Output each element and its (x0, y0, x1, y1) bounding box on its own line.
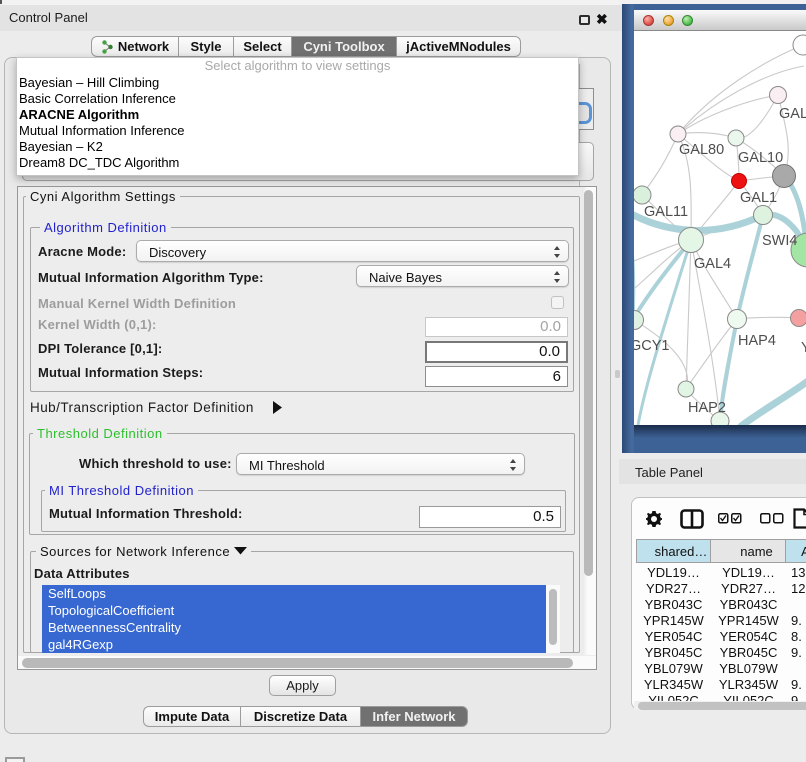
svg-text:GAL10: GAL10 (738, 150, 783, 166)
svg-text:GAL11: GAL11 (644, 204, 688, 220)
svg-text:GCY1: GCY1 (634, 338, 670, 354)
svg-text:HAP2: HAP2 (688, 400, 726, 416)
svg-text:GAL1: GAL1 (740, 190, 777, 206)
svg-text:GAL…: GAL… (779, 106, 806, 122)
svg-text:GAL80: GAL80 (679, 142, 724, 158)
svg-text:GAL4: GAL4 (694, 256, 731, 272)
svg-text:Y: Y (801, 340, 806, 356)
svg-text:SWI4: SWI4 (762, 233, 797, 249)
svg-text:HAP4: HAP4 (738, 333, 776, 349)
